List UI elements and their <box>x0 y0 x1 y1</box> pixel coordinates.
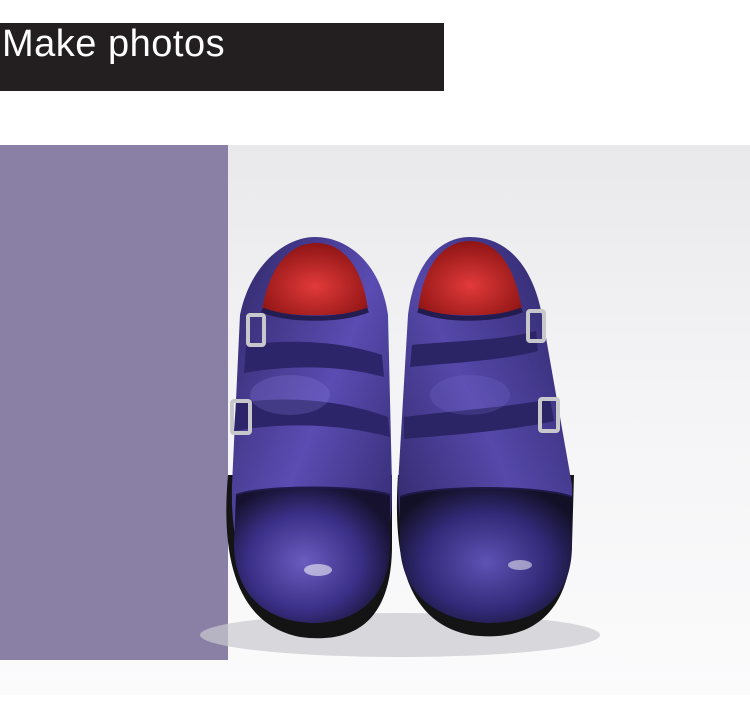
accent-panel <box>0 145 228 660</box>
title-banner: Make photos <box>0 23 444 91</box>
banner-title: Make photos <box>2 23 226 65</box>
left-shoe <box>226 237 392 639</box>
product-photo <box>0 145 750 695</box>
